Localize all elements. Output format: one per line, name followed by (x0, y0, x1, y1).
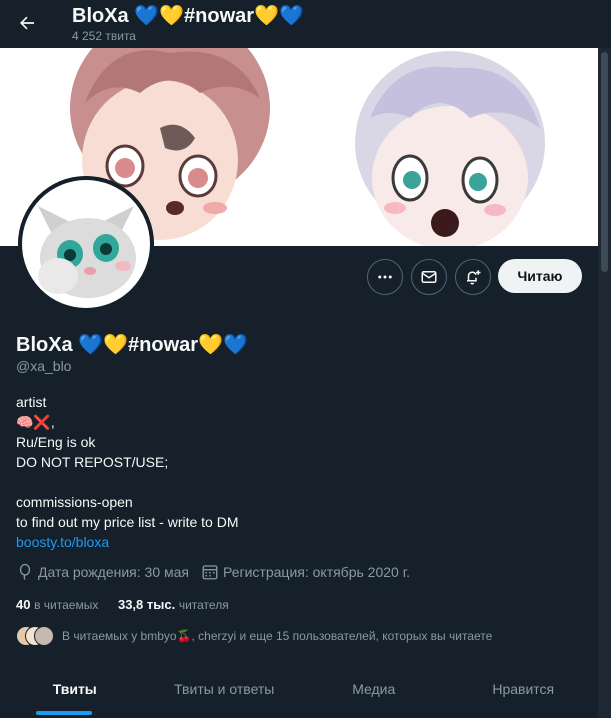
profile-name: BloXa 💙💛#nowar💛💙 (16, 334, 248, 356)
bio-line: commissions-open (16, 494, 133, 510)
bio-line: 🧠❌, (16, 414, 55, 430)
bio-line: Ru/Eng is ok (16, 434, 96, 450)
scrollbar-thumb[interactable] (601, 52, 608, 272)
birthday: Дата рождения: 30 мая (16, 563, 189, 581)
page-title: BloXa 💙💛#nowar💛💙 (72, 5, 304, 27)
active-tab-indicator (36, 711, 92, 715)
message-button[interactable] (411, 259, 447, 295)
profile-meta: Дата рождения: 30 мая Регистрация: октяб… (16, 563, 422, 581)
birthday-text: Дата рождения: 30 мая (38, 564, 189, 580)
top-bar: BloXa 💙💛#nowar💛💙 4 252 твита (0, 0, 611, 48)
following-link[interactable]: 40 в читаемых (16, 597, 98, 612)
tab-tweets[interactable]: Твиты (0, 660, 150, 718)
tweet-count: 4 252 твита (72, 29, 136, 43)
bio-spacer (16, 472, 239, 492)
followed-by-text: В читаемых у bmbyo🍒, cherzyi и еще 15 по… (62, 629, 493, 643)
tab-likes[interactable]: Нравится (449, 660, 599, 718)
bell-plus-icon (467, 270, 481, 285)
more-button[interactable] (367, 259, 403, 295)
arrow-left-icon (20, 16, 34, 30)
followers-label: читателя (178, 598, 229, 612)
following-count: 40 (16, 597, 31, 612)
profile-bio: artist 🧠❌, Ru/Eng is ok DO NOT REPOST/US… (16, 392, 239, 552)
joined: Регистрация: октябрь 2020 г. (201, 563, 410, 581)
calendar-icon (202, 565, 218, 580)
profile-handle: @xa_blo (16, 358, 72, 374)
profile-tabs: Твиты Твиты и ответы Медиа Нравится (0, 660, 598, 718)
avatar[interactable] (18, 176, 154, 312)
balloon-icon (19, 563, 31, 580)
bio-line: DO NOT REPOST/USE; (16, 454, 169, 470)
bio-line: artist (16, 394, 47, 410)
back-button[interactable] (10, 6, 44, 40)
follow-button[interactable]: Читаю (498, 259, 582, 293)
followed-by[interactable]: В читаемых у bmbyo🍒, cherzyi и еще 15 по… (16, 626, 492, 646)
mini-avatars (16, 626, 56, 646)
envelope-icon (421, 271, 437, 283)
followers-link[interactable]: 33,8 тыс. читателя (118, 597, 229, 612)
tab-media[interactable]: Медиа (299, 660, 449, 718)
joined-text: Регистрация: октябрь 2020 г. (223, 564, 410, 580)
mini-avatar (34, 626, 54, 646)
tab-tweets-replies[interactable]: Твиты и ответы (150, 660, 300, 718)
profile-stats: 40 в читаемых 33,8 тыс. читателя (16, 597, 245, 612)
bio-link[interactable]: boosty.to/bloxa (16, 532, 239, 552)
more-icon (378, 275, 392, 279)
scrollbar[interactable] (598, 0, 611, 718)
notify-button[interactable] (455, 259, 491, 295)
following-label: в читаемых (34, 598, 99, 612)
followers-count: 33,8 тыс. (117, 597, 176, 612)
bio-line: to find out my price list - write to DM (16, 514, 239, 530)
